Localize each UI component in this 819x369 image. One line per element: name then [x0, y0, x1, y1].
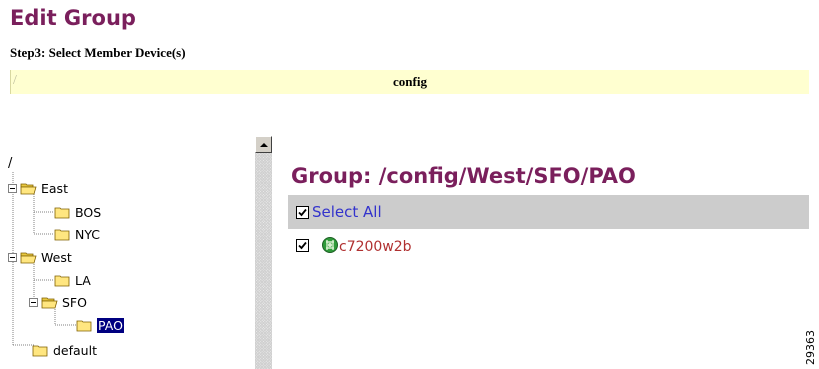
folder-open-icon [20, 182, 37, 195]
tree-item-default[interactable]: default [32, 340, 97, 360]
select-all-label[interactable]: Select All [312, 203, 382, 221]
tree-item-label: LA [75, 272, 91, 288]
select-all-checkbox[interactable] [296, 205, 309, 219]
tree-item-east[interactable]: East [8, 178, 68, 198]
folder-icon [32, 344, 49, 357]
tree-item-label: BOS [75, 204, 102, 220]
tree-item-pao[interactable]: PAO [76, 315, 125, 335]
tree-item-west[interactable]: West [8, 247, 72, 267]
tree-item-sfo[interactable]: SFO [29, 292, 87, 312]
tree-item-label: East [41, 180, 68, 196]
config-label: config [393, 74, 427, 89]
collapse-toggle[interactable] [29, 297, 38, 307]
tree-item-label: default [53, 342, 97, 358]
figure-id: 29363 [804, 330, 817, 365]
scroll-up-button[interactable] [255, 136, 272, 153]
group-heading: Group: /config/West/SFO/PAO [291, 164, 636, 188]
folder-icon [54, 274, 71, 287]
router-icon [321, 236, 339, 254]
select-all-bar: Select All [288, 195, 809, 229]
folder-icon [54, 228, 71, 241]
device-row: c7200w2b [296, 234, 412, 256]
tree-item-label: SFO [62, 294, 87, 310]
tree-item-label: PAO [96, 316, 125, 334]
tree-root[interactable]: / [8, 156, 12, 171]
tree-item-nyc[interactable]: NYC [54, 224, 100, 244]
tree-item-bos[interactable]: BOS [54, 202, 101, 222]
tree-item-label: West [41, 249, 72, 265]
tree-item-la[interactable]: LA [54, 270, 91, 290]
folder-open-icon [20, 251, 37, 264]
checkmark-icon [298, 241, 307, 249]
device-link[interactable]: c7200w2b [339, 239, 412, 255]
config-bar: / config [10, 70, 809, 94]
collapse-toggle[interactable] [8, 252, 17, 262]
collapse-toggle[interactable] [8, 183, 17, 193]
folder-icon [54, 206, 71, 219]
folder-icon [76, 319, 93, 332]
tree-item-label: NYC [75, 226, 101, 242]
page-title: Edit Group [10, 6, 136, 30]
step-label: Step3: Select Member Device(s) [10, 45, 186, 60]
checkmark-icon [298, 208, 307, 216]
tree-scrollbar[interactable] [255, 136, 272, 369]
device-checkbox[interactable] [296, 238, 309, 252]
folder-open-icon [41, 296, 58, 309]
